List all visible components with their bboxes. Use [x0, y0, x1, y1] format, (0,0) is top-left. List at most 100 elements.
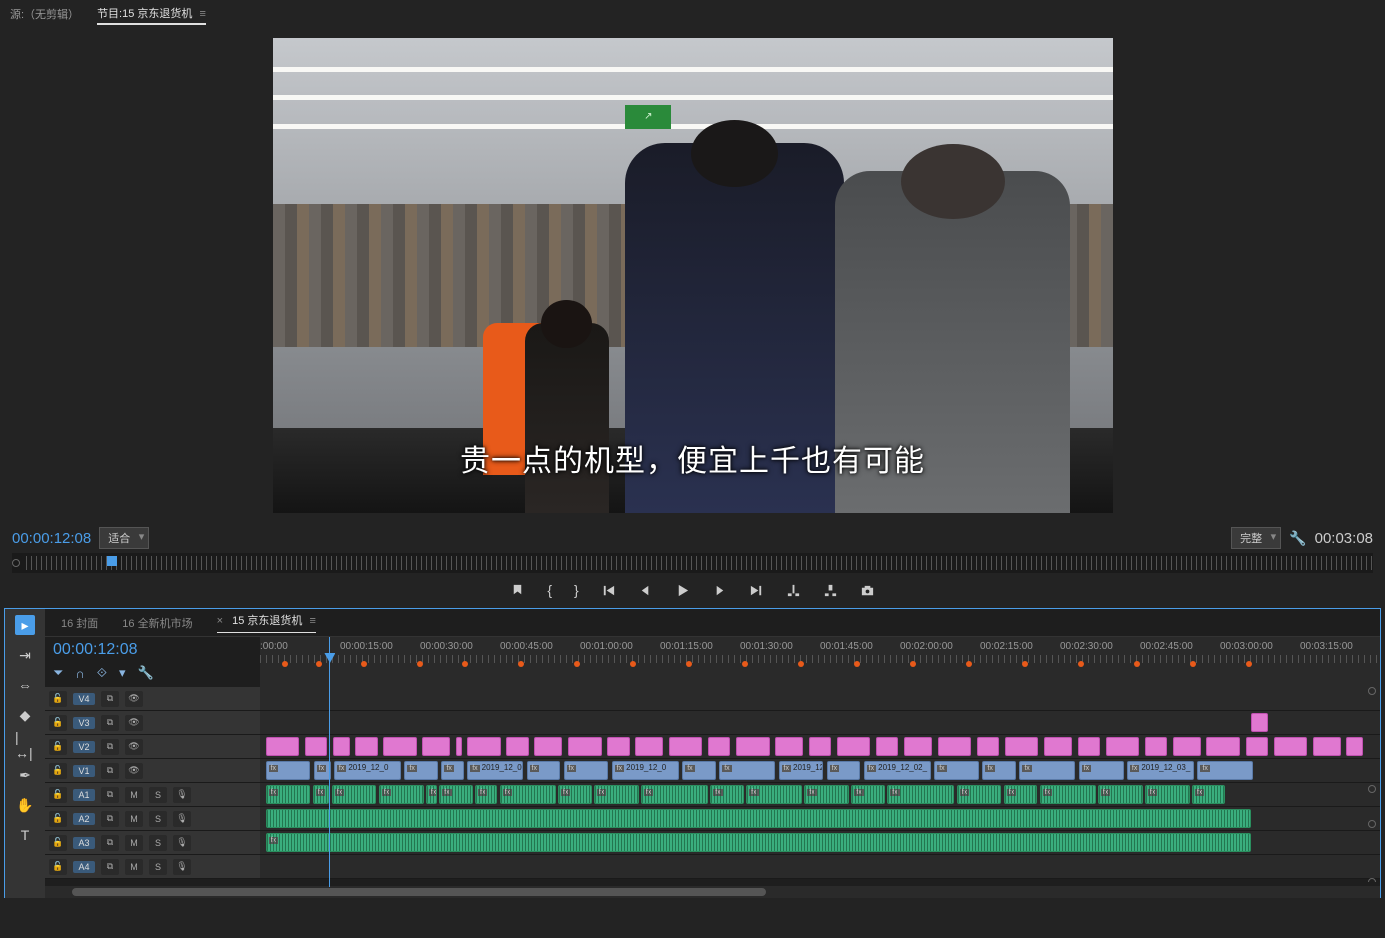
clip[interactable]: fx [404, 761, 438, 780]
mute-button[interactable]: M [125, 859, 143, 875]
clip[interactable]: fx [804, 785, 849, 804]
sync-button[interactable]: ⧉ [101, 763, 119, 779]
pen-tool[interactable]: ✒ [15, 765, 35, 785]
mark-in-button[interactable]: { [547, 582, 552, 598]
timeline-marker[interactable] [282, 661, 288, 667]
timeline-marker[interactable] [1078, 661, 1084, 667]
clip[interactable]: fx [682, 761, 716, 780]
track-content[interactable] [260, 807, 1380, 830]
clip[interactable]: fx [641, 785, 708, 804]
timeline-timecode[interactable]: 00:00:12:08 [53, 641, 252, 659]
solo-button[interactable]: S [149, 859, 167, 875]
timeline-marker[interactable] [574, 661, 580, 667]
timeline-marker[interactable] [798, 661, 804, 667]
clip[interactable]: fx [1004, 785, 1038, 804]
voice-button[interactable]: 🎙 [173, 835, 191, 851]
eye-button[interactable]: 👁 [125, 715, 143, 731]
clip[interactable]: fx2019_12_0 [334, 761, 401, 780]
voice-button[interactable]: 🎙 [173, 787, 191, 803]
quality-select[interactable]: 完整 [1231, 527, 1281, 549]
clip[interactable] [1078, 737, 1100, 756]
video-preview[interactable]: ↗ 贵一点的机型，便宜上千也有可能 [273, 38, 1113, 513]
timeline-marker[interactable] [462, 661, 468, 667]
clip[interactable] [456, 737, 462, 756]
track-label[interactable]: A2 [73, 813, 95, 825]
clip[interactable] [635, 737, 663, 756]
mute-button[interactable]: M [125, 811, 143, 827]
sync-button[interactable]: ⧉ [101, 811, 119, 827]
clip[interactable]: fx [527, 761, 561, 780]
clip[interactable] [1246, 737, 1268, 756]
track-content[interactable] [260, 735, 1380, 758]
marker-icon[interactable]: ▾ [119, 665, 126, 681]
clip[interactable] [669, 737, 703, 756]
tab-source[interactable]: 源:（无剪辑） [10, 4, 79, 24]
clip[interactable] [568, 737, 602, 756]
clip[interactable] [422, 737, 450, 756]
clip[interactable]: fx [558, 785, 592, 804]
clip[interactable]: fx [379, 785, 424, 804]
clip[interactable]: fx [441, 761, 463, 780]
settings-icon[interactable]: 🔧 [1289, 530, 1306, 547]
clip[interactable] [534, 737, 562, 756]
track-label[interactable]: V1 [73, 765, 95, 777]
lock-button[interactable]: 🔓 [49, 835, 67, 851]
clip[interactable]: fx [266, 785, 311, 804]
timeline-marker[interactable] [518, 661, 524, 667]
clip[interactable]: fx [475, 785, 497, 804]
timeline-marker[interactable] [854, 661, 860, 667]
eye-button[interactable]: 👁 [125, 739, 143, 755]
eye-button[interactable]: 👁 [125, 691, 143, 707]
clip[interactable] [708, 737, 730, 756]
clip[interactable]: fx [500, 785, 556, 804]
scroll-thumb[interactable] [72, 888, 766, 896]
step-forward-button[interactable] [712, 583, 727, 598]
ruler-playhead[interactable] [107, 556, 117, 566]
seq-tab[interactable]: 16 全新机市场 [122, 615, 192, 631]
zoom-select[interactable]: 适合 [99, 527, 149, 549]
clip[interactable] [1206, 737, 1240, 756]
clip[interactable] [904, 737, 932, 756]
solo-button[interactable]: S [149, 811, 167, 827]
slip-tool[interactable]: |↔| [15, 735, 35, 755]
sync-button[interactable]: ⧉ [101, 859, 119, 875]
track-zoom-dot[interactable] [1368, 820, 1376, 828]
mute-button[interactable]: M [125, 835, 143, 851]
clip[interactable]: fx [1145, 785, 1190, 804]
clip[interactable] [1313, 737, 1341, 756]
clip[interactable]: fx [266, 833, 1252, 852]
clip[interactable]: fx [957, 785, 1002, 804]
clip[interactable]: fx [266, 761, 311, 780]
timeline-marker[interactable] [742, 661, 748, 667]
track-zoom-dot[interactable] [1368, 878, 1376, 882]
seq-tab[interactable]: 16 封面 [61, 615, 98, 631]
clip[interactable]: fx [1192, 785, 1226, 804]
clip[interactable] [506, 737, 528, 756]
clip[interactable] [355, 737, 377, 756]
track-content[interactable] [260, 687, 1380, 710]
clip[interactable]: fx2019_12_03_ [1127, 761, 1194, 780]
clip[interactable]: fx [719, 761, 775, 780]
clip[interactable]: fx [851, 785, 885, 804]
clip[interactable]: fx [746, 785, 802, 804]
timeline-marker[interactable] [1134, 661, 1140, 667]
snap-icon[interactable]: ⏷ [53, 665, 63, 681]
sync-button[interactable]: ⧉ [101, 739, 119, 755]
track-content[interactable]: fxfxfxfxfxfxfxfxfxfxfxfxfxfxfxfxfxfxfxfx… [260, 783, 1380, 806]
timeline-marker[interactable] [1190, 661, 1196, 667]
goto-out-button[interactable] [749, 583, 764, 598]
add-marker-button[interactable] [510, 583, 525, 598]
timeline-marker[interactable] [630, 661, 636, 667]
solo-button[interactable]: S [149, 835, 167, 851]
clip[interactable]: fx [934, 761, 979, 780]
clip[interactable] [266, 737, 300, 756]
solo-button[interactable]: S [149, 787, 167, 803]
timeline-marker[interactable] [910, 661, 916, 667]
clip[interactable] [876, 737, 898, 756]
clip[interactable] [607, 737, 629, 756]
mark-out-button[interactable]: } [574, 582, 579, 598]
extract-button[interactable] [823, 583, 838, 598]
timeline-marker[interactable] [1022, 661, 1028, 667]
clip[interactable] [1251, 713, 1268, 732]
lock-button[interactable]: 🔓 [49, 859, 67, 875]
